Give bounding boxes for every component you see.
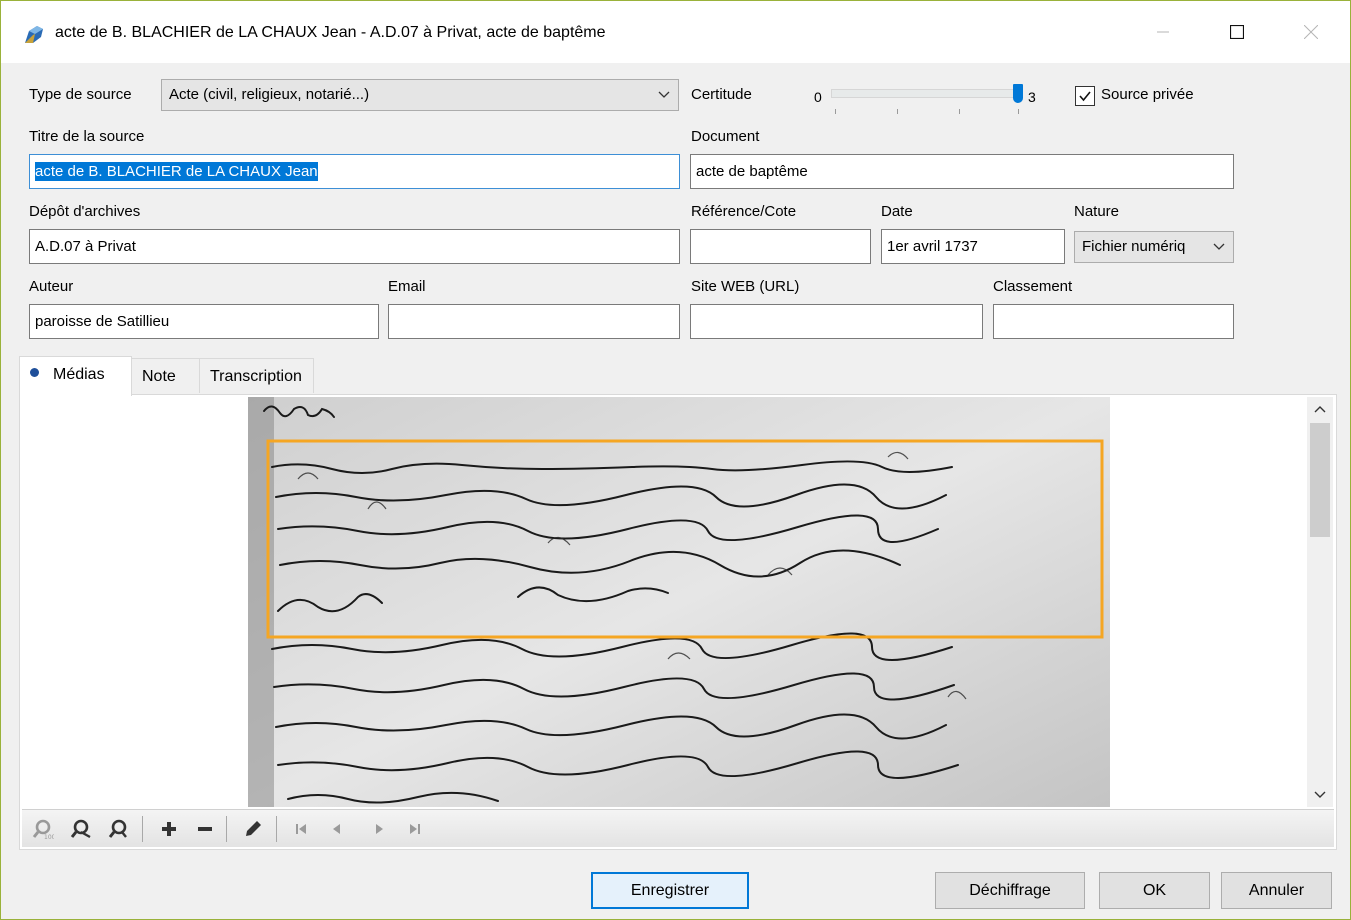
media-toolbar: 100 xyxy=(22,809,1334,847)
certitude-max-label: 3 xyxy=(1028,89,1036,105)
email-input[interactable] xyxy=(388,304,680,339)
vertical-scrollbar[interactable] xyxy=(1307,397,1333,807)
document-input[interactable]: acte de baptême xyxy=(690,154,1234,189)
type-source-select[interactable]: Acte (civil, religieux, notarié...) xyxy=(161,79,679,111)
nature-label: Nature xyxy=(1074,203,1120,220)
scroll-down-icon[interactable] xyxy=(1307,783,1333,807)
slider-tick xyxy=(1018,109,1019,114)
media-panel: 100 xyxy=(19,394,1337,850)
first-icon[interactable] xyxy=(288,816,314,842)
remove-icon[interactable] xyxy=(192,816,218,842)
site-web-label: Site WEB (URL) xyxy=(691,278,800,295)
maximize-icon[interactable] xyxy=(1215,15,1259,49)
auteur-input[interactable]: paroisse de Satillieu xyxy=(29,304,379,339)
close-icon[interactable] xyxy=(1289,15,1333,49)
classement-input[interactable] xyxy=(993,304,1234,339)
tab-transcription[interactable]: Transcription xyxy=(199,358,314,393)
toolbar-separator xyxy=(276,816,277,842)
certitude-min-label: 0 xyxy=(814,89,822,105)
dechiffrage-button[interactable]: Déchiffrage xyxy=(935,872,1085,909)
zoom-custom-icon[interactable] xyxy=(106,816,132,842)
previous-icon[interactable] xyxy=(324,816,350,842)
svg-text:100: 100 xyxy=(44,834,54,840)
edit-icon[interactable] xyxy=(240,816,266,842)
titre-label: Titre de la source xyxy=(29,128,145,145)
zoom-fit-icon[interactable]: 100 xyxy=(30,816,56,842)
certitude-slider-track[interactable] xyxy=(831,89,1021,98)
title-bar: acte de B. BLACHIER de LA CHAUX Jean - A… xyxy=(1,1,1350,63)
nature-select[interactable]: Fichier numériq xyxy=(1074,231,1234,263)
depot-input[interactable]: A.D.07 à Privat xyxy=(29,229,680,264)
reference-input[interactable] xyxy=(690,229,871,264)
chevron-down-icon xyxy=(1213,232,1225,262)
add-icon[interactable] xyxy=(156,816,182,842)
nature-value: Fichier numériq xyxy=(1082,238,1186,255)
certitude-slider-thumb[interactable] xyxy=(1013,84,1023,103)
last-icon[interactable] xyxy=(402,816,428,842)
annuler-button[interactable]: Annuler xyxy=(1221,872,1332,909)
type-source-label: Type de source xyxy=(29,86,132,103)
document-label: Document xyxy=(691,128,760,145)
ok-button[interactable]: OK xyxy=(1099,872,1210,909)
source-privee-checkbox[interactable] xyxy=(1075,86,1095,106)
type-source-value: Acte (civil, religieux, notarié...) xyxy=(169,86,370,103)
check-icon xyxy=(1079,91,1091,102)
next-icon[interactable] xyxy=(366,816,392,842)
toolbar-separator xyxy=(226,816,227,842)
site-web-input[interactable] xyxy=(690,304,983,339)
window-title: acte de B. BLACHIER de LA CHAUX Jean - A… xyxy=(55,24,606,41)
enregistrer-button[interactable]: Enregistrer xyxy=(591,872,749,909)
reference-label: Référence/Cote xyxy=(691,203,797,220)
tab-note[interactable]: Note xyxy=(131,358,200,393)
certitude-label: Certitude xyxy=(691,86,752,103)
date-label: Date xyxy=(881,203,913,220)
titre-value: acte de B. BLACHIER de LA CHAUX Jean xyxy=(35,162,318,181)
chevron-down-icon xyxy=(658,80,670,110)
depot-label: Dépôt d'archives xyxy=(29,203,141,220)
tab-note-label: Note xyxy=(142,368,176,385)
tab-transcription-label: Transcription xyxy=(210,368,302,385)
tab-medias-label: Médias xyxy=(53,366,105,383)
source-dialog: acte de B. BLACHIER de LA CHAUX Jean - A… xyxy=(0,0,1351,920)
slider-tick xyxy=(959,109,960,114)
manuscript-image[interactable] xyxy=(248,397,1110,807)
scrollbar-thumb[interactable] xyxy=(1310,423,1330,537)
date-input[interactable]: 1er avril 1737 xyxy=(881,229,1065,264)
auteur-label: Auteur xyxy=(29,278,74,295)
titre-input[interactable]: acte de B. BLACHIER de LA CHAUX Jean xyxy=(29,154,680,189)
source-privee-label: Source privée xyxy=(1101,86,1194,103)
email-label: Email xyxy=(388,278,426,295)
scroll-up-icon[interactable] xyxy=(1307,397,1333,421)
app-logo-icon xyxy=(25,26,43,43)
zoom-actual-icon[interactable] xyxy=(68,816,94,842)
slider-tick xyxy=(897,109,898,114)
bullet-icon xyxy=(30,368,39,378)
toolbar-separator xyxy=(142,816,143,842)
classement-label: Classement xyxy=(993,278,1073,295)
minimize-icon[interactable] xyxy=(1141,15,1185,49)
slider-tick xyxy=(835,109,836,114)
tab-medias[interactable]: Médias xyxy=(19,356,132,396)
